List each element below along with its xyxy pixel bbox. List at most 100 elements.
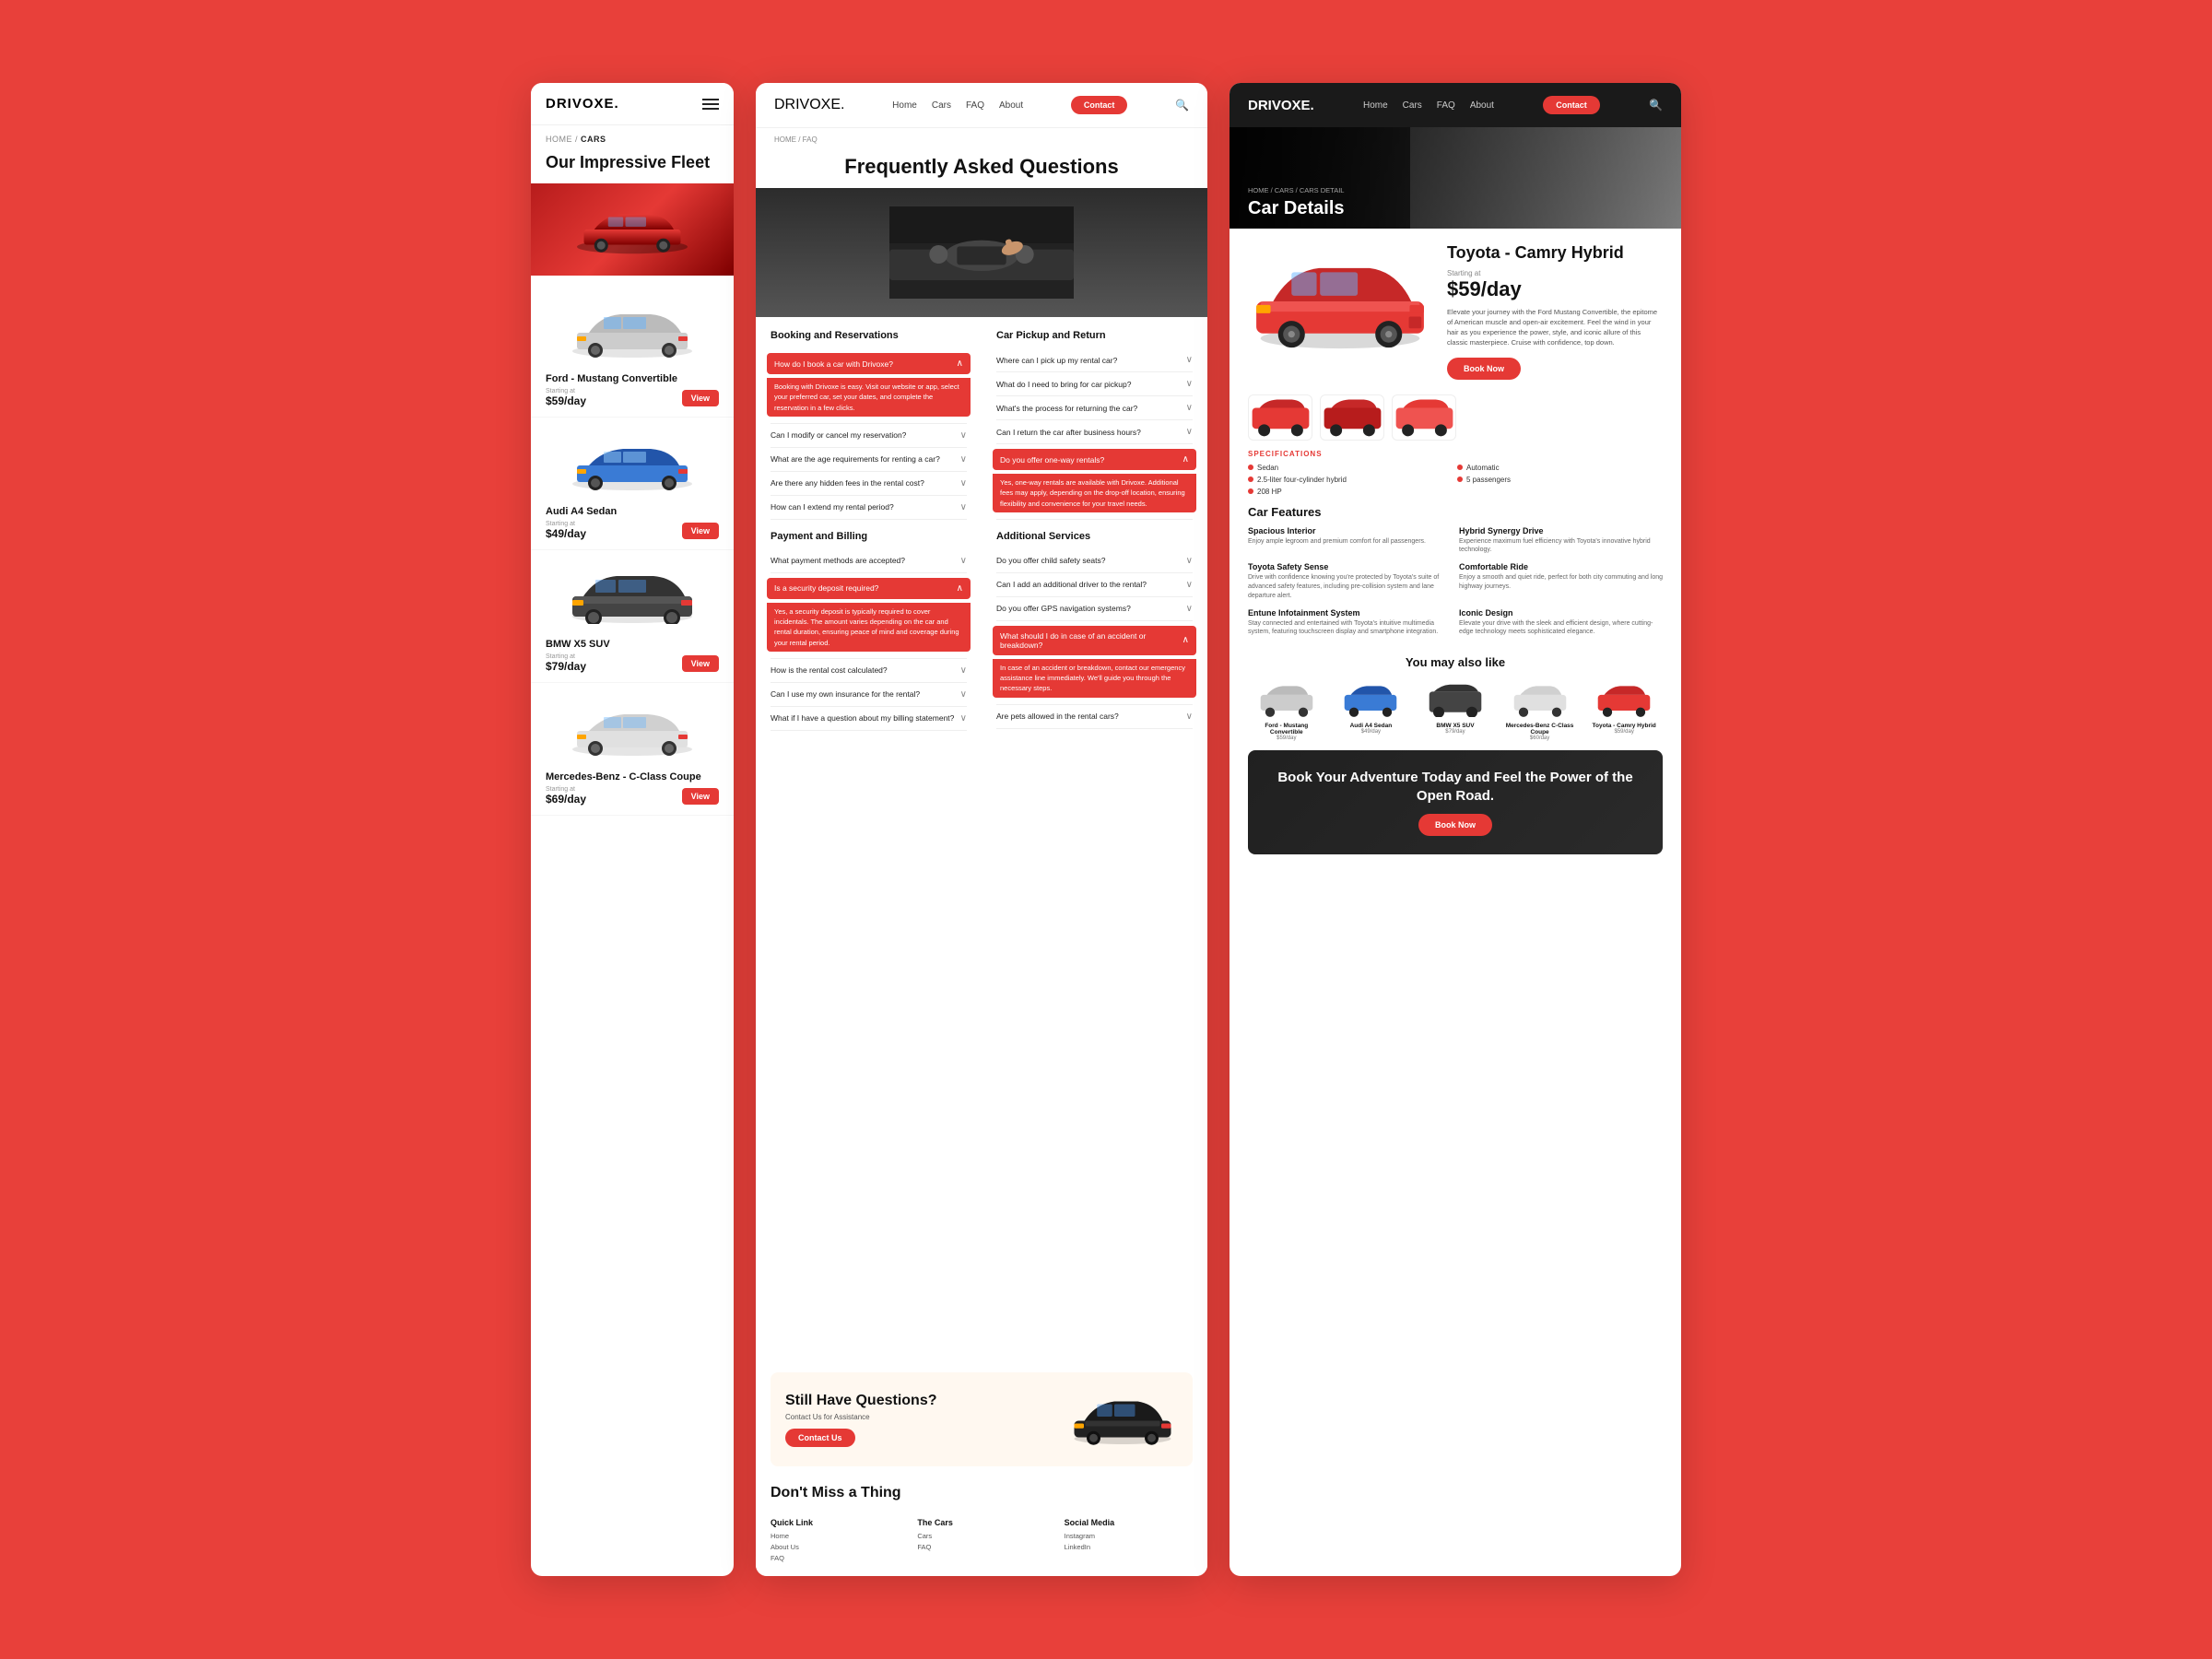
footer-link-about[interactable]: About Us [771, 1543, 899, 1551]
payment-title: Payment and Billing [771, 531, 967, 542]
feature-name: Spacious Interior [1248, 526, 1452, 535]
list-item: Audi A4 Sedan Starting at $49/day View [531, 418, 734, 550]
nav-link-faq[interactable]: FAQ [966, 100, 984, 111]
faq-item[interactable]: Is a security deposit required? ∧ Yes, a… [771, 573, 967, 659]
faq-item[interactable]: What should I do in case of an accident … [996, 621, 1193, 705]
faq-item[interactable]: Can I return the car after business hour… [996, 420, 1193, 444]
view-button-3[interactable]: View [682, 788, 719, 805]
list-item: Ford - Mustang Convertible Starting at $… [531, 285, 734, 418]
faq-item[interactable]: Where can I pick up my rental car? ∨ [996, 348, 1193, 372]
feature-ride: Comfortable Ride Enjoy a smooth and quie… [1459, 562, 1663, 600]
faq-item[interactable]: What if I have a question about my billi… [771, 707, 967, 731]
faq-item[interactable]: Can I add an additional driver to the re… [996, 573, 1193, 597]
adventure-book-button[interactable]: Book Now [1418, 814, 1492, 836]
detail-nav-about[interactable]: About [1470, 100, 1494, 111]
faq-item[interactable]: Can I modify or cancel my reservation? ∨ [771, 424, 967, 448]
faq-question: Can I return the car after business hour… [996, 428, 1141, 437]
yml-item-mercedes[interactable]: Mercedes-Benz C-Class Coupe $60/day [1501, 678, 1579, 741]
adventure-title: Book Your Adventure Today and Feel the P… [1266, 769, 1644, 805]
footer-link-faq[interactable]: FAQ [771, 1554, 899, 1562]
footer-link-linkedin[interactable]: LinkedIn [1065, 1543, 1193, 1551]
additional-title: Additional Services [996, 531, 1193, 542]
view-button-0[interactable]: View [682, 390, 719, 406]
car-thumbnails [1230, 394, 1681, 450]
faq-nav-links: Home Cars FAQ About [892, 100, 1023, 111]
thumbnail-2[interactable] [1392, 394, 1456, 441]
feature-desc: Drive with confidence knowing you're pro… [1248, 573, 1452, 600]
faq-item[interactable]: How is the rental cost calculated? ∨ [771, 659, 967, 683]
faq-item[interactable]: What payment methods are accepted? ∨ [771, 549, 967, 573]
search-icon[interactable]: 🔍 [1175, 99, 1189, 112]
yml-car-price: $49/day [1333, 729, 1410, 735]
faq-logo: DRIVOXE. [774, 97, 844, 113]
yml-car-name: Mercedes-Benz C-Class Coupe [1501, 723, 1579, 735]
faq-question: How can I extend my rental period? [771, 502, 894, 512]
car-price: $79/day [546, 660, 586, 673]
feature-desc: Enjoy ample legroom and premium comfort … [1248, 537, 1452, 547]
faq-answer: In case of an accident or breakdown, con… [993, 659, 1196, 698]
features-section: Car Features Spacious Interior Enjoy amp… [1230, 505, 1681, 647]
faq-item[interactable]: What do I need to bring for car pickup? … [996, 372, 1193, 396]
detail-nav-home[interactable]: Home [1363, 100, 1388, 111]
car-price: $69/day [546, 793, 586, 806]
faq-item[interactable]: What are the age requirements for rentin… [771, 448, 967, 472]
footer-col-title: Social Media [1065, 1518, 1193, 1527]
detail-contact-button[interactable]: Contact [1543, 96, 1600, 114]
faq-item[interactable]: What's the process for returning the car… [996, 396, 1193, 420]
spec-label: 5 passengers [1466, 476, 1511, 484]
faq-item[interactable]: Are pets allowed in the rental cars? ∨ [996, 705, 1193, 729]
view-button-1[interactable]: View [682, 523, 719, 539]
book-now-button[interactable]: Book Now [1447, 358, 1521, 380]
chevron-down-icon: ∨ [960, 430, 967, 441]
chevron-down-icon: ∨ [960, 713, 967, 724]
faq-item[interactable]: Can I use my own insurance for the renta… [771, 683, 967, 707]
feature-safety: Toyota Safety Sense Drive with confidenc… [1248, 562, 1452, 600]
feature-design: Iconic Design Elevate your drive with th… [1459, 608, 1663, 638]
footer-link-instagram[interactable]: Instagram [1065, 1532, 1193, 1540]
yml-item-ford[interactable]: Ford - Mustang Convertible $59/day [1248, 678, 1325, 741]
footer-link-home[interactable]: Home [771, 1532, 899, 1540]
search-icon[interactable]: 🔍 [1649, 99, 1663, 112]
chevron-down-icon: ∨ [960, 478, 967, 488]
faq-question: What if I have a question about my billi… [771, 713, 954, 723]
nav-link-home[interactable]: Home [892, 100, 917, 111]
detail-nav-links: Home Cars FAQ About [1363, 100, 1494, 111]
yml-item-toyota[interactable]: Toyota - Camry Hybrid $59/day [1585, 678, 1663, 741]
feature-name: Iconic Design [1459, 608, 1663, 618]
spec-automatic: Automatic [1457, 464, 1663, 472]
specs-grid: Sedan Automatic 2.5-liter four-cylinder … [1248, 464, 1663, 496]
faq-item[interactable]: Do you offer one-way rentals? ∧ Yes, one… [996, 444, 1193, 520]
detail-nav-faq[interactable]: FAQ [1437, 100, 1455, 111]
footer-link-faq2[interactable]: FAQ [917, 1543, 1045, 1551]
spec-engine: 2.5-liter four-cylinder hybrid [1248, 476, 1453, 484]
still-have-questions: Still Have Questions? Contact Us for Ass… [771, 1372, 1193, 1466]
features-title: Car Features [1248, 505, 1663, 519]
faq-item[interactable]: Are there any hidden fees in the rental … [771, 472, 967, 496]
car-price: $59/day [1447, 277, 1663, 301]
feature-hybrid: Hybrid Synergy Drive Experience maximum … [1459, 526, 1663, 556]
spec-sedan: Sedan [1248, 464, 1453, 472]
faq-item[interactable]: How can I extend my rental period? ∨ [771, 496, 967, 520]
faq-item[interactable]: Do you offer GPS navigation systems? ∨ [996, 597, 1193, 621]
yml-item-audi[interactable]: Audi A4 Sedan $49/day [1333, 678, 1410, 741]
footer-col-cars: The Cars Cars FAQ [917, 1518, 1045, 1565]
hamburger-menu[interactable] [702, 99, 719, 110]
yml-item-bmw[interactable]: BMW X5 SUV $79/day [1417, 678, 1494, 741]
nav-link-about[interactable]: About [999, 100, 1023, 111]
footer-col-quicklink: Quick Link Home About Us FAQ [771, 1518, 899, 1565]
fleet-logo: DRIVOXE. [546, 96, 619, 112]
feature-name: Hybrid Synergy Drive [1459, 526, 1663, 535]
contact-us-button[interactable]: Contact Us [785, 1429, 855, 1447]
nav-link-cars[interactable]: Cars [932, 100, 951, 111]
detail-nav: DRIVOXE. Home Cars FAQ About Contact 🔍 [1230, 83, 1681, 127]
thumbnail-0[interactable] [1248, 394, 1312, 441]
thumbnail-1[interactable] [1320, 394, 1384, 441]
footer-link-cars[interactable]: Cars [917, 1532, 1045, 1540]
view-button-2[interactable]: View [682, 655, 719, 672]
detail-nav-cars[interactable]: Cars [1403, 100, 1422, 111]
chevron-down-icon: ∨ [1186, 355, 1193, 365]
faq-contact-button[interactable]: Contact [1071, 96, 1128, 114]
faq-item[interactable]: Do you offer child safety seats? ∨ [996, 549, 1193, 573]
faq-item[interactable]: How do I book a car with Drivoxe? ∧ Book… [771, 348, 967, 424]
car-description: Elevate your journey with the Ford Musta… [1447, 307, 1663, 348]
